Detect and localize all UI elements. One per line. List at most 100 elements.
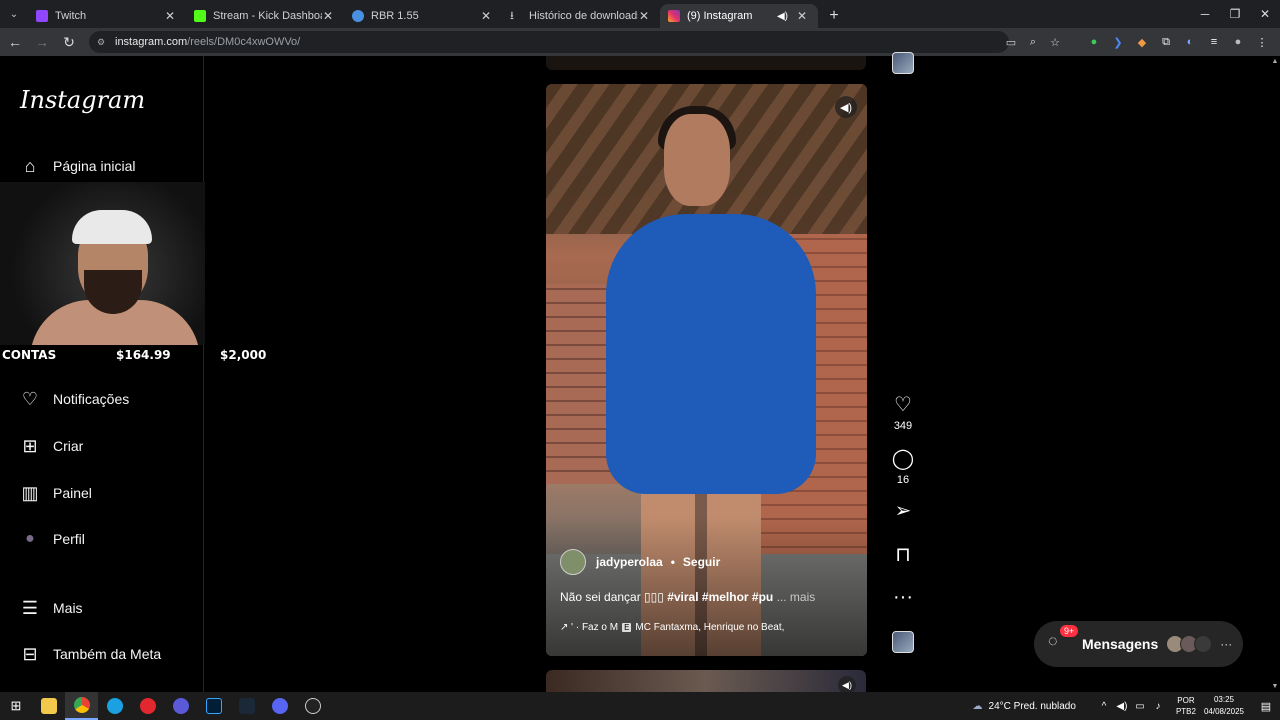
webcam-overlay — [0, 182, 205, 345]
clock-time: 03:25 — [1213, 695, 1234, 704]
tab-instagram[interactable]: (9) Instagram ◀) ✕ — [660, 4, 818, 28]
ellipsis-icon[interactable]: ··· — [886, 586, 920, 608]
nav-profile-label: Perfil — [53, 531, 85, 547]
extensions-puzzle-icon[interactable]: ⧉ — [1154, 31, 1178, 53]
close-icon[interactable]: ✕ — [480, 9, 492, 23]
tab-kick[interactable]: Stream - Kick Dashboard ✕ — [186, 4, 344, 28]
language-indicator[interactable]: POR PTB2 — [1176, 695, 1196, 717]
extension-color-icon[interactable]: ◆ — [1130, 31, 1154, 53]
extension-blue-icon[interactable]: ❯ — [1106, 31, 1130, 53]
amount-current: $164.99 — [116, 348, 171, 362]
taskbar-opera[interactable] — [131, 692, 164, 720]
zoom-icon[interactable]: ⌕ — [1022, 31, 1044, 53]
heart-icon[interactable]: ♡ — [886, 394, 920, 416]
nav-create[interactable]: ⊞ Criar — [20, 436, 83, 456]
follow-button[interactable]: Seguir — [683, 555, 720, 569]
taskbar-file-explorer[interactable] — [32, 692, 65, 720]
previous-reel-edge[interactable] — [546, 56, 866, 70]
ellipsis-icon[interactable]: ··· — [1220, 637, 1232, 651]
page-scrollbar[interactable]: ▲ ▼ — [1270, 56, 1280, 692]
close-window-button[interactable]: ✕ — [1250, 0, 1280, 28]
save-action[interactable]: ⊓ — [886, 544, 920, 566]
scroll-down-icon[interactable]: ▼ — [1270, 683, 1280, 690]
bookmark-star-icon[interactable]: ☆ — [1044, 31, 1066, 53]
profile-sync-icon[interactable]: ◐ — [1178, 31, 1202, 53]
minimize-button[interactable]: ─ — [1190, 0, 1220, 28]
comment-action[interactable]: ◯ 16 — [886, 448, 920, 486]
sound-on-icon[interactable]: ◀) — [835, 96, 857, 118]
video-person-dress — [606, 214, 816, 494]
nav-meta[interactable]: ⊟ Também da Meta — [20, 644, 161, 664]
cast-icon[interactable]: ▭ — [1000, 31, 1022, 53]
taskbar-vpn[interactable] — [164, 692, 197, 720]
new-tab-button[interactable]: + — [822, 4, 846, 28]
comment-icon[interactable]: ◯ — [886, 448, 920, 470]
next-reel-edge[interactable]: ◀) — [546, 670, 866, 694]
volume-icon[interactable]: ◀) — [1114, 701, 1130, 712]
tab-downloads[interactable]: ⭳ Histórico de downloads ✕ — [502, 4, 660, 28]
windows-start-icon[interactable]: ⊞ — [0, 692, 32, 720]
tab-twitch[interactable]: Twitch ✕ — [28, 4, 186, 28]
close-icon[interactable]: ✕ — [322, 9, 334, 23]
reload-button[interactable]: ↻ — [57, 30, 81, 54]
nav-profile[interactable]: ● Perfil — [20, 529, 85, 549]
address-bar[interactable]: ⚙ instagram.com/reels/DM0c4xwOWVo/ — [89, 31, 1009, 53]
caption-more-link[interactable]: ... mais — [777, 590, 816, 604]
chrome-icon — [73, 697, 90, 713]
taskbar-photoshop[interactable] — [197, 692, 230, 720]
reel-audio[interactable]: ↗ ' · Faz o M E MC Fantaxma, Henrique no B… — [560, 622, 860, 633]
speaker-icon[interactable]: ♪ — [1150, 701, 1166, 712]
site-info-icon[interactable]: ⚙ — [97, 37, 109, 47]
instagram-logo[interactable]: Instagram — [20, 86, 145, 114]
webcam-person-cap — [72, 210, 152, 244]
nav-home-label: Página inicial — [53, 158, 136, 174]
forward-button[interactable]: → — [30, 30, 54, 54]
lang-top: POR — [1177, 696, 1195, 705]
heart-icon: ♡ — [21, 388, 39, 409]
audio-thumbnail[interactable] — [892, 631, 914, 653]
taskbar-steam[interactable] — [230, 692, 263, 720]
previous-audio-thumbnail[interactable] — [892, 52, 914, 74]
nav-dashboard[interactable]: ▥ Painel — [20, 482, 91, 503]
author-username[interactable]: jadyperolaa — [596, 555, 663, 569]
kebab-menu-icon[interactable]: ⋮ — [1250, 31, 1274, 53]
reel-video[interactable]: ◀) jadyperolaa • Seguir Não sei dançar ▯… — [546, 84, 867, 656]
tab-search-icon[interactable]: ⌄ — [0, 0, 28, 28]
plus-square-icon: ⊞ — [22, 435, 38, 456]
close-icon[interactable]: ✕ — [796, 9, 808, 23]
avatar[interactable]: ● — [1226, 31, 1250, 53]
media-controls-icon[interactable]: ≡ — [1202, 31, 1226, 53]
like-action[interactable]: ♡ 349 — [886, 394, 920, 432]
tab-title: Histórico de downloads — [529, 10, 638, 22]
caption-text: Não sei dançar ▯▯▯ — [560, 590, 664, 604]
back-button[interactable]: ← — [3, 30, 27, 54]
close-icon[interactable]: ✕ — [164, 9, 176, 23]
maximize-button[interactable]: ❐ — [1220, 0, 1250, 28]
avatar[interactable] — [560, 549, 586, 575]
nav-notifications[interactable]: ♡ Notificações — [20, 389, 129, 409]
close-icon[interactable]: ✕ — [638, 9, 650, 23]
taskbar-discord[interactable] — [263, 692, 296, 720]
notification-center-icon[interactable]: ▤ — [1252, 700, 1280, 713]
weather-widget[interactable]: ☁ 24°C Pred. nublado — [973, 701, 1076, 712]
send-icon[interactable]: ➢ — [886, 500, 920, 522]
clock[interactable]: 03:25 04/08/2025 — [1204, 694, 1244, 718]
vpn-icon — [172, 698, 189, 714]
share-action[interactable]: ➢ — [886, 500, 920, 522]
scroll-up-icon[interactable]: ▲ — [1270, 58, 1280, 65]
audio-playing-icon[interactable]: ◀) — [777, 11, 788, 22]
taskbar-obs[interactable] — [296, 692, 329, 720]
messages-button[interactable]: ◌ 9+ Mensagens ··· — [1034, 621, 1243, 667]
bookmark-icon[interactable]: ⊓ — [886, 544, 920, 566]
extension-green-icon[interactable]: ● — [1082, 31, 1106, 53]
more-options[interactable]: ··· — [886, 586, 920, 608]
taskbar-edge[interactable] — [98, 692, 131, 720]
tray-chevron-icon[interactable]: ^ — [1096, 701, 1112, 712]
caption-hashtags[interactable]: #viral #melhor #pu — [667, 590, 773, 604]
chart-icon: ▥ — [21, 482, 39, 503]
tab-rbr[interactable]: RBR 1.55 ✕ — [344, 4, 502, 28]
nav-home[interactable]: ⌂ Página inicial — [20, 156, 136, 176]
taskbar-chrome[interactable] — [65, 692, 98, 720]
nav-more[interactable]: ☰ Mais — [20, 598, 83, 618]
network-icon[interactable]: ▭ — [1132, 701, 1148, 712]
